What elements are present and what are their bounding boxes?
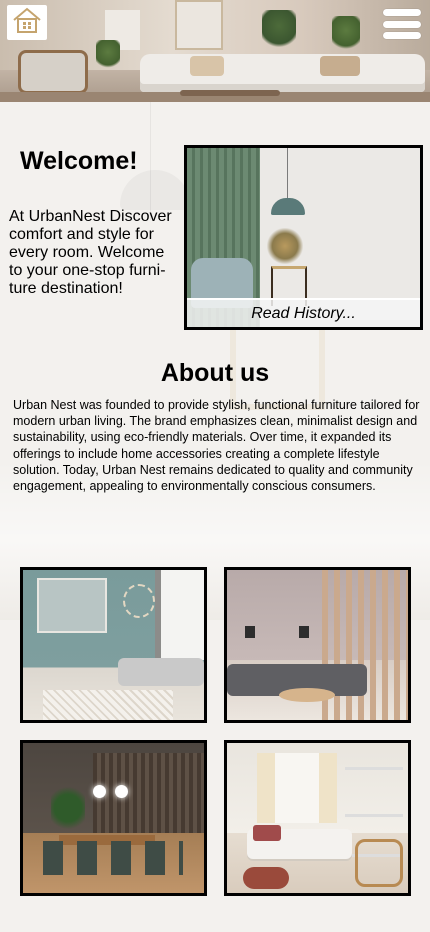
pendant-lamp-cord [287, 148, 288, 198]
hamburger-menu-icon [383, 32, 421, 39]
coffee-table [279, 688, 335, 702]
gallery-image-bright-living-room [224, 740, 411, 896]
hero-sofa [140, 54, 425, 92]
about-title: About us [160, 359, 270, 387]
wall-art [37, 578, 107, 633]
hero-pillow [320, 56, 360, 76]
slat-wall [93, 753, 204, 833]
house-logo-icon [11, 5, 43, 40]
wall-lamp [245, 626, 255, 638]
rattan-chair [355, 839, 403, 887]
hero-plant [262, 10, 296, 50]
welcome-text: At UrbanNest Discover comfort and style … [9, 208, 172, 297]
vase-plant [267, 228, 303, 264]
sofa [118, 658, 204, 686]
pendant-light [115, 785, 128, 798]
logo-button[interactable] [7, 5, 47, 40]
pendant-light [93, 785, 106, 798]
hamburger-menu-button[interactable] [383, 8, 423, 40]
pendant-lamp [123, 584, 155, 618]
hero-banner-image [0, 0, 430, 102]
welcome-title: Welcome! [20, 147, 138, 175]
window [155, 570, 204, 660]
hero-pillow [190, 56, 224, 76]
hamburger-menu-icon [383, 20, 421, 28]
window-curtains [257, 753, 337, 823]
gallery-image-lounge [224, 567, 411, 723]
read-history-link[interactable]: Read History... [187, 298, 420, 327]
gallery-image-dining-room [20, 740, 207, 896]
basket [243, 867, 289, 889]
hero-plant [96, 40, 120, 70]
history-card[interactable]: Read History... [184, 145, 423, 330]
wall-lamp [299, 626, 309, 638]
pillow [253, 825, 281, 841]
slat-divider [322, 570, 408, 720]
rug [43, 690, 173, 720]
plant [51, 783, 85, 833]
pendant-lamp [271, 198, 305, 215]
about-text: Urban Nest was founded to provide stylis… [13, 398, 420, 494]
hero-wall-art [175, 0, 223, 50]
hero-armchair [18, 50, 88, 94]
hero-plant [332, 16, 360, 52]
gallery-image-living-room [20, 567, 207, 723]
dining-chairs [43, 841, 183, 875]
hero-coffee-table [180, 90, 280, 96]
hamburger-menu-icon [383, 9, 421, 16]
background-lamp-shade [120, 170, 190, 210]
